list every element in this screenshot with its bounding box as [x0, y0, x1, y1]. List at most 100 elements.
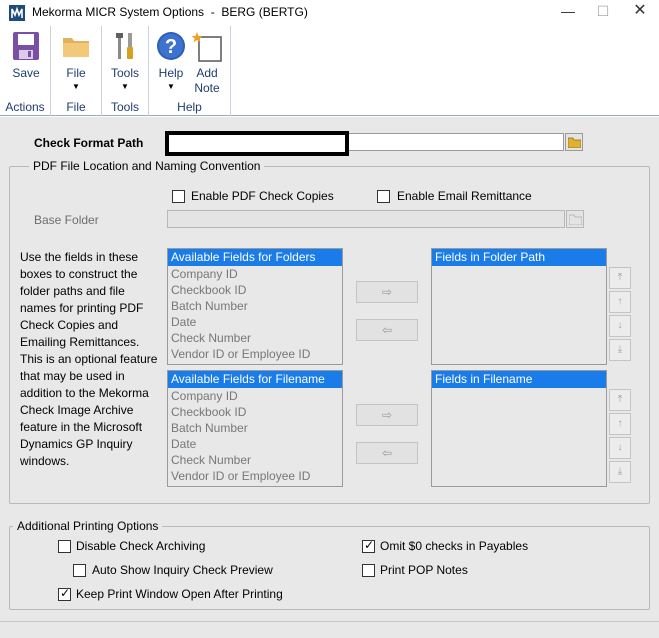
- ribbon: Save Actions File ▼ File Tools ▼ Tools ?…: [0, 26, 659, 116]
- ribbon-group-actions: Save Actions: [0, 26, 51, 116]
- title-bar: Mekorma MICR System Options - BERG (BERT…: [0, 0, 659, 26]
- list-item[interactable]: Checkbook ID: [168, 282, 342, 298]
- filename-fields-list[interactable]: Fields in Filename: [431, 370, 607, 487]
- app-logo-icon: [9, 5, 25, 21]
- save-label: Save: [12, 66, 40, 80]
- ribbon-group-label-tools: Tools: [110, 100, 139, 114]
- form-area: Check Format Path PDF File Location and …: [0, 117, 659, 638]
- available-filename-fields-list[interactable]: Available Fields for Filename Company ID…: [167, 370, 343, 487]
- arrow-right-icon: ⇨: [381, 285, 393, 299]
- move-up-folder-button[interactable]: ↑: [609, 291, 631, 313]
- omit-zero-label: Omit $0 checks in Payables: [380, 539, 529, 553]
- ribbon-group-tools: Tools ▼ Tools: [102, 26, 149, 116]
- ribbon-group-label-actions: Actions: [5, 100, 45, 114]
- folder-path-fields-list[interactable]: Fields in Folder Path: [431, 248, 607, 365]
- checkmark-icon: ✓: [364, 538, 375, 552]
- keep-open-label: Keep Print Window Open After Printing: [76, 587, 283, 601]
- move-bottom-filename-button[interactable]: ⤓: [609, 461, 631, 483]
- checkmark-icon: ✓: [60, 586, 71, 600]
- minimize-button[interactable]: —: [550, 0, 586, 24]
- move-up-icon: ↑: [617, 296, 623, 307]
- disable-archiving-checkbox[interactable]: [58, 540, 71, 553]
- remove-folder-field-button[interactable]: ⇦: [356, 319, 418, 341]
- enable-pdf-label: Enable PDF Check Copies: [191, 189, 334, 203]
- enable-email-checkbox[interactable]: [377, 190, 390, 203]
- window-title: Mekorma MICR System Options - BERG (BERT…: [32, 5, 308, 19]
- add-filename-field-button[interactable]: ⇨: [356, 404, 418, 426]
- file-dropdown-arrow-icon: ▼: [72, 82, 80, 91]
- disable-archiving-label: Disable Check Archiving: [76, 539, 206, 553]
- ribbon-group-file: File ▼ File: [51, 26, 102, 116]
- enable-email-label: Enable Email Remittance: [397, 189, 532, 203]
- help-icon: ?: [157, 32, 185, 60]
- save-icon: [13, 32, 39, 60]
- tools-dropdown-arrow-icon: ▼: [121, 82, 129, 91]
- available-folder-fields-list[interactable]: Available Fields for Folders Company ID …: [167, 248, 343, 365]
- available-filename-fields-header: Available Fields for Filename: [168, 371, 342, 388]
- move-down-folder-button[interactable]: ↓: [609, 315, 631, 337]
- list-item[interactable]: Date: [168, 436, 342, 452]
- add-note-icon: [191, 32, 222, 62]
- close-button[interactable]: ✕: [622, 0, 658, 24]
- ribbon-group-help: ? Help ▼ Add Note Help: [149, 26, 231, 116]
- move-top-icon: ⤒: [617, 272, 623, 283]
- move-up-filename-button[interactable]: ↑: [609, 413, 631, 435]
- list-item[interactable]: Check Number: [168, 330, 342, 346]
- move-top-filename-button[interactable]: ⤒: [609, 389, 631, 411]
- print-pop-label: Print POP Notes: [380, 563, 468, 577]
- auto-show-checkbox[interactable]: [73, 564, 86, 577]
- keep-open-checkbox[interactable]: ✓: [58, 586, 71, 601]
- available-folder-fields-header: Available Fields for Folders: [168, 249, 342, 266]
- move-bottom-folder-button[interactable]: ⤓: [609, 339, 631, 361]
- pdf-options-group-title: PDF File Location and Naming Convention: [29, 159, 265, 173]
- base-folder-field[interactable]: [167, 210, 565, 228]
- list-item[interactable]: Checkbook ID: [168, 404, 342, 420]
- arrow-left-icon: ⇦: [381, 446, 393, 460]
- arrow-left-icon: ⇦: [381, 323, 393, 337]
- list-item[interactable]: Batch Number: [168, 298, 342, 314]
- save-button[interactable]: Save: [6, 28, 46, 96]
- folder-path-fields-header: Fields in Folder Path: [432, 249, 606, 266]
- tools-button[interactable]: Tools ▼: [105, 28, 145, 96]
- move-down-icon: ↓: [617, 320, 623, 331]
- print-pop-checkbox[interactable]: [362, 564, 375, 577]
- tools-label: Tools: [110, 66, 139, 80]
- move-top-icon: ⤒: [617, 394, 623, 405]
- file-button[interactable]: File ▼: [56, 28, 96, 96]
- list-item[interactable]: Vendor ID or Employee ID: [168, 346, 342, 362]
- svg-text:?: ?: [165, 36, 177, 58]
- maximize-button[interactable]: ☐: [585, 0, 621, 24]
- filename-fields-header: Fields in Filename: [432, 371, 606, 388]
- list-item[interactable]: Batch Number: [168, 420, 342, 436]
- remove-filename-field-button[interactable]: ⇦: [356, 442, 418, 464]
- additional-options-group-title: Additional Printing Options: [13, 519, 163, 533]
- add-note-label: Add Note: [194, 66, 220, 95]
- check-format-path-field[interactable]: [165, 131, 564, 156]
- pdf-help-text: Use the fields in these boxes to constru…: [20, 250, 158, 468]
- check-format-path-label: Check Format Path: [34, 136, 144, 150]
- ribbon-group-label-file: File: [66, 100, 86, 114]
- base-folder-label: Base Folder: [34, 213, 99, 227]
- list-item[interactable]: Company ID: [168, 388, 342, 404]
- move-top-folder-button[interactable]: ⤒: [609, 267, 631, 289]
- add-folder-field-button[interactable]: ⇨: [356, 281, 418, 303]
- auto-show-label: Auto Show Inquiry Check Preview: [92, 563, 273, 577]
- list-item[interactable]: Check Number: [168, 452, 342, 468]
- bottom-divider: [0, 621, 659, 622]
- base-folder-browse-button[interactable]: [566, 210, 584, 228]
- list-item[interactable]: Vendor ID or Employee ID: [168, 468, 342, 484]
- add-note-button[interactable]: Add Note: [187, 28, 227, 96]
- redacted-block: [165, 131, 349, 156]
- omit-zero-checkbox[interactable]: ✓: [362, 538, 375, 553]
- move-up-icon: ↑: [617, 418, 623, 429]
- arrow-right-icon: ⇨: [381, 408, 393, 422]
- ribbon-group-label-help: Help: [177, 100, 202, 114]
- folder-icon: [569, 214, 582, 225]
- enable-pdf-checkbox[interactable]: [172, 190, 185, 203]
- tools-icon: [116, 33, 133, 59]
- check-format-browse-button[interactable]: [565, 133, 583, 151]
- list-item[interactable]: Date: [168, 314, 342, 330]
- list-item[interactable]: Company ID: [168, 266, 342, 282]
- folder-icon: [63, 38, 89, 57]
- move-down-filename-button[interactable]: ↓: [609, 437, 631, 459]
